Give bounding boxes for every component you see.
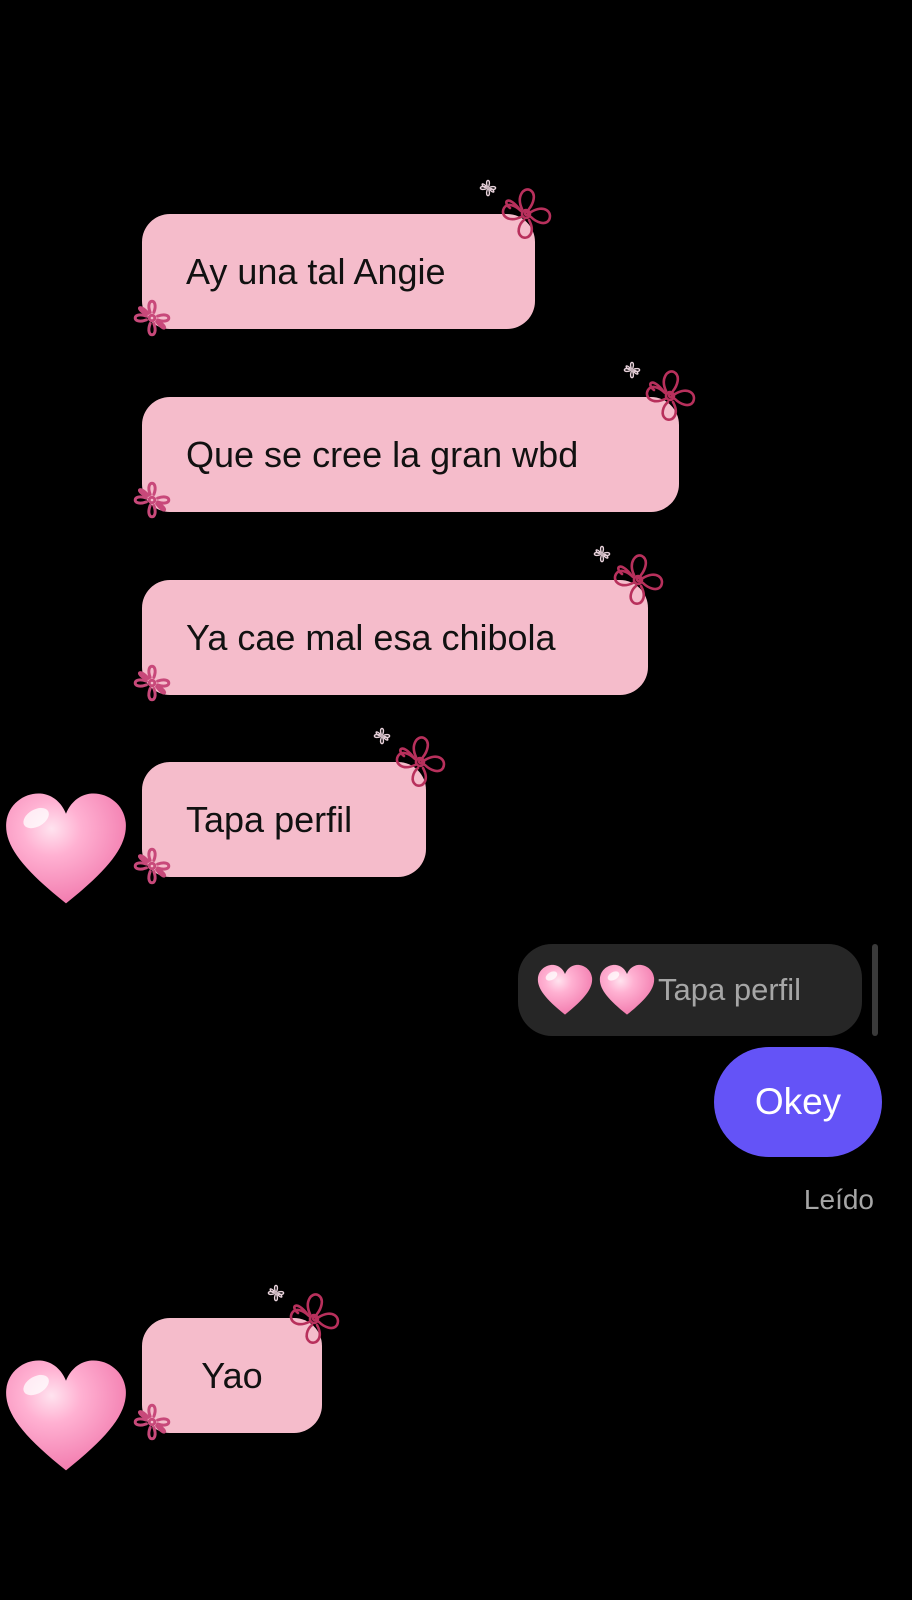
received-message-bubble[interactable]: Ya cae mal esa chibola: [142, 580, 648, 695]
flower-doodle-icon: [124, 1394, 180, 1450]
sent-message-bubble[interactable]: Okey: [714, 1047, 882, 1157]
flower-doodle-icon: [496, 184, 556, 244]
reply-quote[interactable]: Tapa perfil: [518, 944, 862, 1036]
read-receipt: Leído: [803, 1184, 874, 1215]
reply-indicator-bar: [872, 944, 878, 1036]
flower-doodle-icon: [124, 838, 180, 894]
pink-heart-icon: [2, 790, 130, 908]
reply-quote-text: Tapa perfil: [658, 972, 802, 1007]
flower-doodle-icon: [608, 550, 668, 610]
received-message-bubble[interactable]: Ay una tal Angie: [142, 214, 535, 329]
message-text: Okey: [754, 1081, 842, 1122]
message-text: Ya cae mal esa chibola: [186, 616, 556, 658]
flower-doodle-icon: [124, 655, 180, 711]
received-message-bubble[interactable]: Que se cree la gran wbd: [142, 397, 679, 512]
message-text: Ay una tal Angie: [186, 250, 446, 292]
flower-doodle-icon: [640, 366, 700, 426]
flower-doodle-icon: [390, 732, 450, 792]
message-text: Yao: [201, 1354, 263, 1396]
flower-doodle-icon: [124, 472, 180, 528]
received-message-bubble[interactable]: Tapa perfil: [142, 762, 426, 877]
message-text: Que se cree la gran wbd: [186, 433, 579, 475]
pink-heart-icon: [536, 963, 594, 1017]
flower-doodle-icon: [284, 1289, 344, 1349]
flower-doodle-icon: [124, 290, 180, 346]
message-text: Tapa perfil: [186, 798, 353, 840]
chat-thread: Ay una tal Angie Que se cree la gran wbd…: [0, 0, 912, 1600]
pink-heart-icon: [2, 1357, 130, 1475]
pink-heart-icon: [598, 963, 656, 1017]
